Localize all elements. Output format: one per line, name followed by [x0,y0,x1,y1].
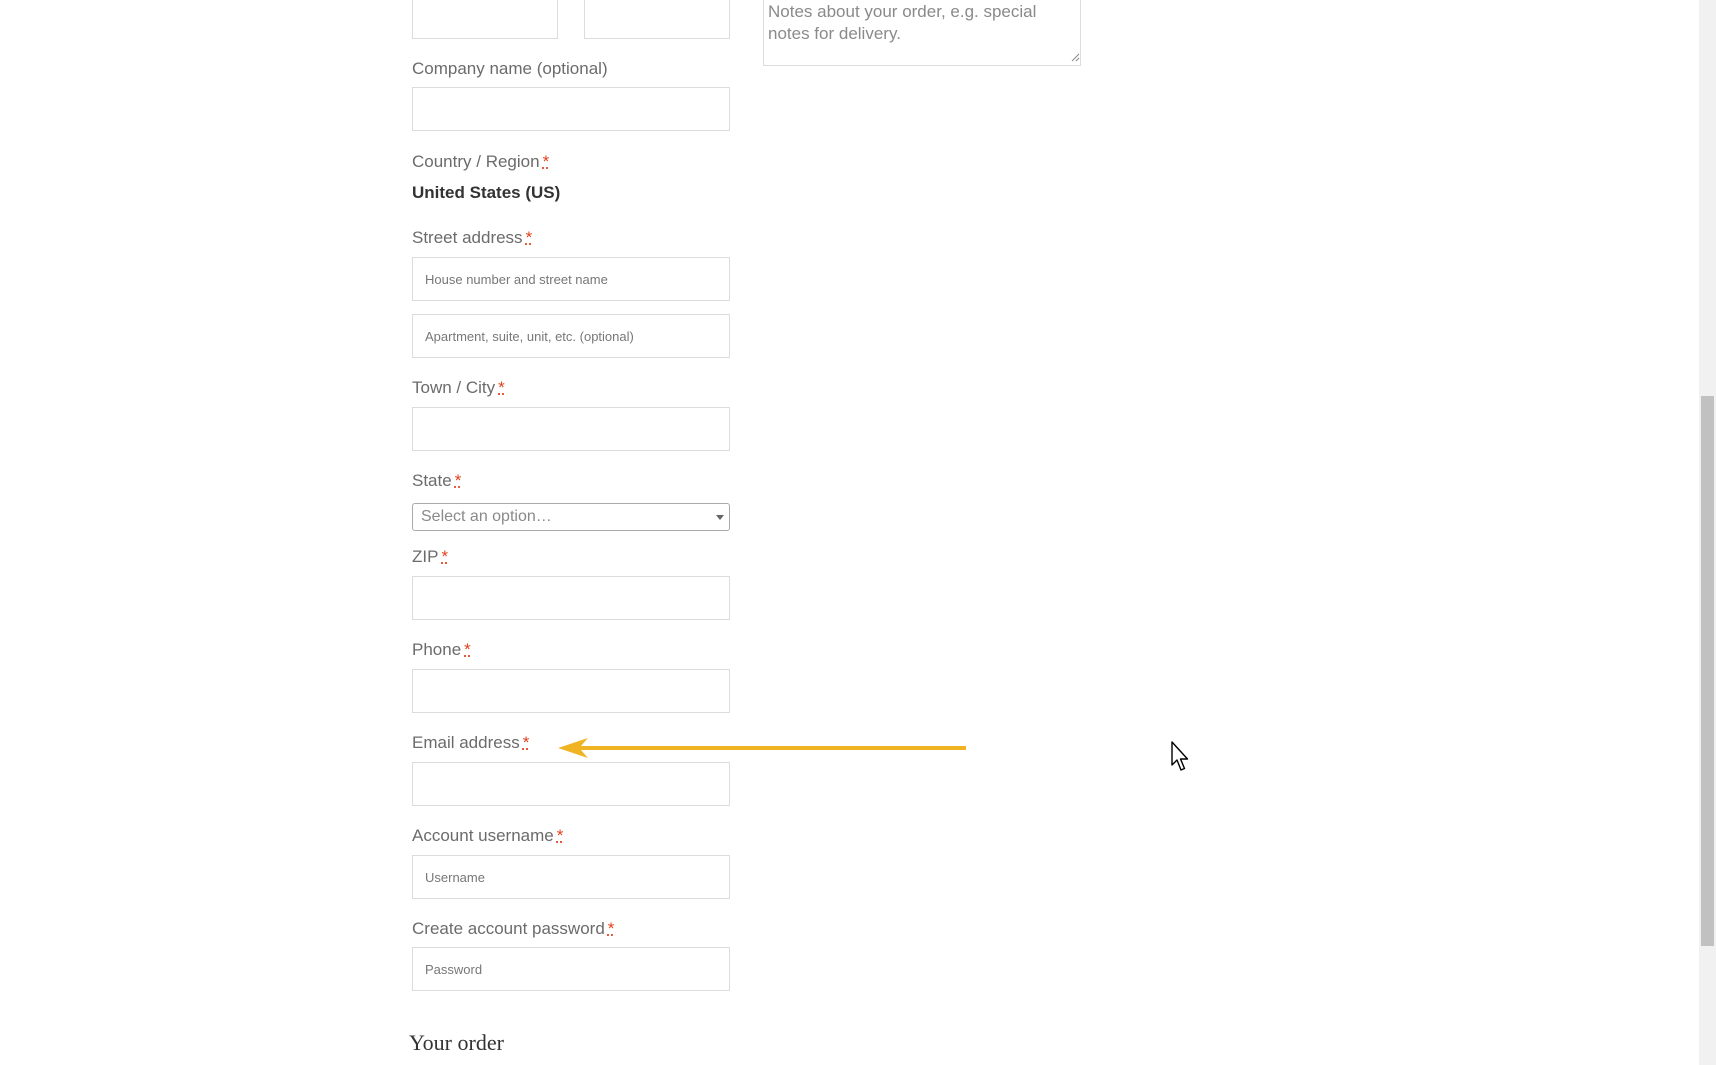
state-label: State * [412,471,462,490]
first-name-input[interactable] [412,0,558,39]
company-label: Company name (optional) [412,59,608,78]
username-input[interactable] [412,855,730,899]
scrollbar-thumb[interactable] [1701,396,1714,946]
street-line2-input[interactable] [412,314,730,358]
phone-input[interactable] [412,669,730,713]
required-marker: * [607,919,615,938]
country-label: Country / Region * [412,152,550,171]
company-input[interactable] [412,87,730,131]
email-input[interactable] [412,762,730,806]
zip-input[interactable] [412,576,730,620]
required-marker: * [525,228,533,247]
required-marker: * [454,471,462,490]
state-select[interactable]: Select an option… [412,503,730,531]
password-label: Create account password * [412,919,615,938]
required-marker: * [441,547,449,566]
chevron-down-icon [716,515,724,520]
resize-grip-icon[interactable] [1071,53,1080,62]
street-line1-input[interactable] [412,257,730,301]
mouse-pointer-icon [1171,741,1189,771]
arrow-left-icon [558,738,966,758]
city-label: Town / City * [412,378,505,397]
last-name-input[interactable] [584,0,730,39]
city-input[interactable] [412,407,730,451]
country-value: United States (US) [412,183,561,202]
email-label: Email address * [412,733,530,752]
required-marker: * [522,733,530,752]
required-marker: * [556,826,564,845]
required-marker: * [542,152,550,171]
order-notes-textarea[interactable] [763,0,1081,66]
zip-label: ZIP * [412,547,449,566]
username-label: Account username * [412,826,564,845]
required-marker: * [498,378,505,397]
state-select-value: Select an option… [421,508,552,525]
required-marker: * [464,640,471,659]
your-order-heading: Your order [409,1030,504,1055]
street-label: Street address * [412,228,533,247]
phone-label: Phone * [412,640,471,659]
password-input[interactable] [412,947,730,991]
